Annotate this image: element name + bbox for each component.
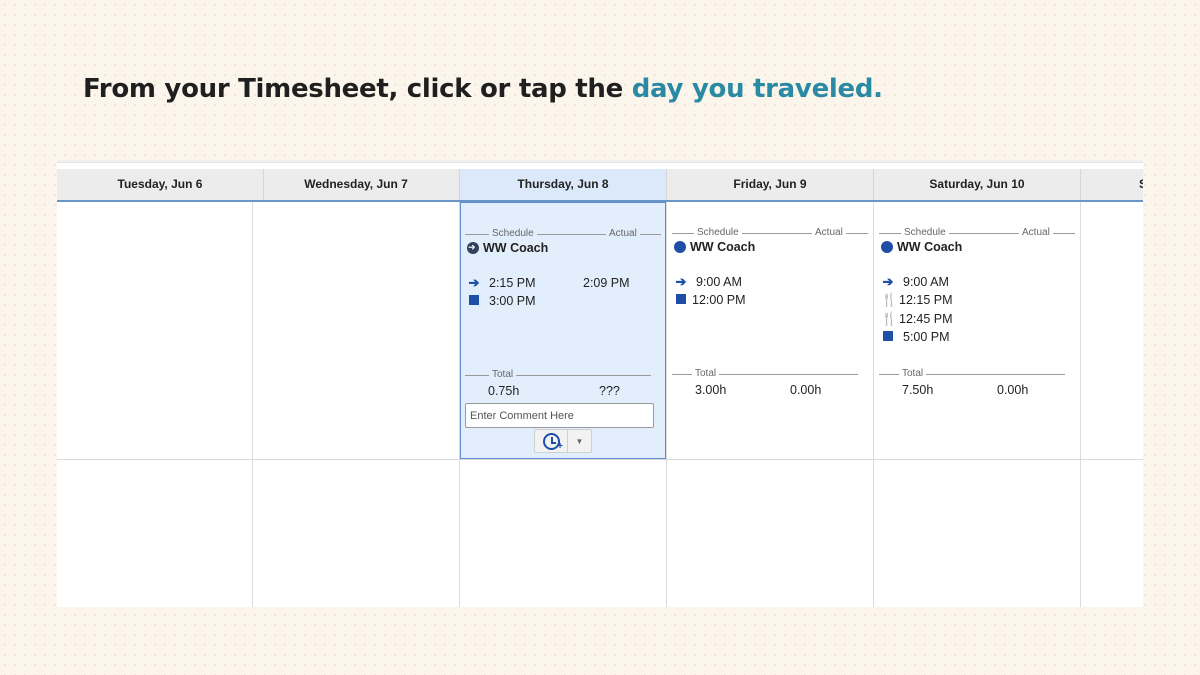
time-entry[interactable]: ➔ 9:00 AM bbox=[881, 273, 949, 291]
plus-icon: + bbox=[557, 441, 563, 452]
meal-icon: 🍴 bbox=[881, 292, 898, 307]
shift-title: WW Coach bbox=[690, 240, 756, 254]
shift-title-row[interactable]: WW Coach bbox=[467, 240, 548, 256]
schedule-actual-divider: Schedule Actual bbox=[465, 228, 661, 240]
arrow-right-icon: ➔ bbox=[882, 274, 894, 289]
week-row-divider bbox=[57, 459, 1143, 460]
total-actual: 0.00h bbox=[790, 383, 822, 397]
time-entry[interactable]: 🍴 12:15 PM bbox=[881, 291, 953, 309]
schedule-label: Schedule bbox=[489, 228, 537, 240]
time-entry[interactable]: 12:00 PM bbox=[674, 291, 746, 309]
total-divider: Total bbox=[672, 368, 858, 380]
total-label: Total bbox=[489, 369, 517, 381]
instruction-headline: From your Timesheet, click or tap the da… bbox=[83, 74, 883, 104]
header-sunday[interactable]: S bbox=[1081, 169, 1143, 200]
comment-input[interactable] bbox=[465, 403, 654, 428]
headline-accent: day you traveled. bbox=[631, 74, 883, 104]
entry-time: 3:00 PM bbox=[489, 294, 536, 308]
schedule-label: Schedule bbox=[901, 227, 949, 239]
stop-square-icon bbox=[467, 294, 481, 308]
day-cell-wednesday[interactable] bbox=[253, 202, 459, 459]
circle-icon bbox=[674, 241, 686, 253]
header-thursday[interactable]: Thursday, Jun 8 bbox=[460, 169, 667, 200]
total-label: Total bbox=[692, 368, 720, 380]
entry-time: 2:15 PM bbox=[489, 276, 536, 290]
actual-label: Actual bbox=[812, 227, 846, 239]
toolbar-strip bbox=[57, 160, 1143, 163]
chevron-down-icon[interactable]: ▼ bbox=[568, 430, 591, 452]
actual-label: Actual bbox=[1019, 227, 1053, 239]
time-entry[interactable]: 5:00 PM bbox=[881, 328, 950, 346]
total-label: Total bbox=[899, 368, 927, 380]
arrow-circle-icon bbox=[467, 240, 479, 254]
total-divider: Total bbox=[465, 369, 651, 381]
total-actual: ??? bbox=[599, 384, 620, 398]
entry-time: 12:15 PM bbox=[899, 293, 953, 307]
total-schedule: 3.00h bbox=[695, 383, 727, 397]
header-tuesday[interactable]: Tuesday, Jun 6 bbox=[57, 169, 264, 200]
schedule-label: Schedule bbox=[694, 227, 742, 239]
schedule-actual-divider: Schedule Actual bbox=[879, 227, 1075, 239]
entry-time: 9:00 AM bbox=[903, 275, 949, 289]
arrow-right-icon: ➔ bbox=[675, 274, 687, 289]
entry-time: 12:00 PM bbox=[692, 293, 746, 307]
shift-title: WW Coach bbox=[483, 241, 549, 255]
arrow-right-icon: ➔ bbox=[468, 275, 480, 290]
actual-label: Actual bbox=[606, 228, 640, 240]
header-friday[interactable]: Friday, Jun 9 bbox=[667, 169, 874, 200]
time-entry[interactable]: 🍴 12:45 PM bbox=[881, 310, 953, 328]
headline-text: From your Timesheet, click or tap the bbox=[83, 74, 632, 104]
add-punch-button[interactable]: + bbox=[535, 430, 568, 452]
meal-icon: 🍴 bbox=[881, 311, 898, 326]
shift-title: WW Coach bbox=[897, 240, 963, 254]
day-cell-saturday[interactable]: Schedule Actual WW Coach ➔ 9:00 AM 🍴 12:… bbox=[874, 202, 1081, 459]
time-entry[interactable]: ➔ 9:00 AM bbox=[674, 273, 742, 291]
day-cell-tuesday[interactable] bbox=[57, 202, 252, 459]
total-schedule: 0.75h bbox=[488, 384, 520, 398]
entry-time: 5:00 PM bbox=[903, 330, 950, 344]
stop-square-icon bbox=[674, 293, 688, 307]
total-divider: Total bbox=[879, 368, 1065, 380]
time-entry[interactable]: ➔ 2:15 PM bbox=[467, 274, 536, 292]
day-cell-friday[interactable]: Schedule Actual WW Coach ➔ 9:00 AM 12:00… bbox=[667, 202, 874, 459]
header-wednesday[interactable]: Wednesday, Jun 7 bbox=[253, 169, 460, 200]
day-cell-thursday[interactable]: Schedule Actual WW Coach ➔ 2:15 PM 2:09 … bbox=[460, 202, 666, 459]
circle-icon bbox=[881, 241, 893, 253]
timesheet-panel: Tuesday, Jun 6 Wednesday, Jun 7 Thursday… bbox=[57, 160, 1143, 607]
add-time-button[interactable]: + ▼ bbox=[534, 429, 592, 453]
header-saturday[interactable]: Saturday, Jun 10 bbox=[874, 169, 1081, 200]
shift-title-row[interactable]: WW Coach bbox=[881, 239, 962, 255]
shift-title-row[interactable]: WW Coach bbox=[674, 239, 755, 255]
total-actual: 0.00h bbox=[997, 383, 1029, 397]
stop-square-icon bbox=[881, 330, 895, 344]
schedule-actual-divider: Schedule Actual bbox=[672, 227, 868, 239]
entry-time: 12:45 PM bbox=[899, 312, 953, 326]
actual-time: 2:09 PM bbox=[583, 276, 630, 290]
total-schedule: 7.50h bbox=[902, 383, 934, 397]
entry-time: 9:00 AM bbox=[696, 275, 742, 289]
day-header-row: Tuesday, Jun 6 Wednesday, Jun 7 Thursday… bbox=[57, 169, 1143, 202]
time-entry[interactable]: 3:00 PM bbox=[467, 292, 536, 310]
